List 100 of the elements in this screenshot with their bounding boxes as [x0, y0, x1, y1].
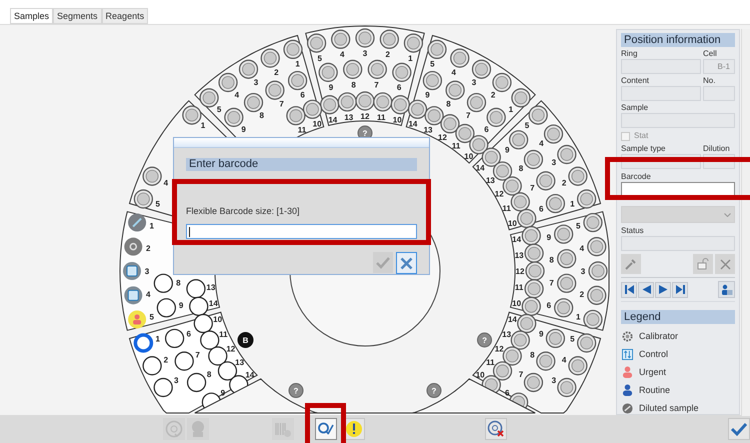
urgent-icon[interactable] [128, 310, 146, 328]
sample-tube[interactable] [568, 166, 588, 186]
sample-tube[interactable] [528, 106, 548, 125]
sample-tube[interactable] [455, 124, 475, 144]
sample-tube[interactable] [446, 80, 465, 100]
sample-tube[interactable] [486, 108, 506, 127]
sample-tube[interactable] [517, 314, 536, 334]
sample-tube[interactable] [525, 261, 545, 281]
unknown-sample-marker[interactable]: ? [426, 383, 442, 398]
sample-tube[interactable] [568, 356, 588, 376]
sample-tube[interactable] [492, 361, 512, 381]
empty-slot[interactable] [174, 352, 194, 371]
toolbar-button[interactable] [315, 418, 337, 440]
sample-tube[interactable] [546, 194, 566, 214]
sample-tube[interactable] [522, 296, 541, 316]
previous-button[interactable] [638, 282, 654, 298]
sample-tube[interactable] [288, 70, 308, 90]
sample-tube[interactable] [536, 352, 556, 371]
sample-tube[interactable] [338, 92, 357, 112]
sample-tube[interactable] [472, 60, 492, 79]
empty-slot[interactable] [186, 279, 206, 298]
sample-tube[interactable] [331, 30, 350, 49]
sample-tube[interactable] [260, 48, 280, 68]
sample-tube[interactable] [577, 189, 596, 209]
tab[interactable]: Reagents [102, 8, 148, 24]
sample-tube[interactable] [587, 286, 606, 305]
unknown-sample-marker[interactable]: ? [477, 332, 492, 348]
sample-tube[interactable] [182, 106, 202, 125]
tab[interactable]: Samples [10, 8, 54, 24]
empty-slot[interactable] [194, 314, 213, 334]
empty-slot[interactable] [154, 378, 173, 398]
selected-slot[interactable] [134, 333, 154, 353]
sample-tube[interactable] [502, 346, 522, 366]
sample-tube[interactable] [200, 88, 219, 108]
sample-tube[interactable] [524, 372, 544, 392]
diluted-sample-icon[interactable] [128, 214, 146, 232]
number-field[interactable] [703, 86, 735, 101]
sample-tube[interactable] [509, 130, 528, 150]
sample-tube[interactable] [373, 92, 392, 112]
sample-tube[interactable] [492, 72, 512, 92]
patient-card-button[interactable] [718, 281, 735, 298]
sample-tube[interactable] [218, 72, 238, 92]
sample-tube[interactable] [134, 189, 153, 209]
sample-tube[interactable] [424, 106, 444, 126]
sample-tube[interactable] [224, 108, 244, 127]
sample-field[interactable] [621, 113, 735, 128]
sample-tube[interactable] [554, 224, 574, 244]
empty-slot[interactable] [142, 356, 162, 376]
sample-tube[interactable] [510, 330, 530, 350]
sample-tube[interactable] [522, 226, 541, 246]
empty-slot[interactable] [156, 298, 176, 318]
barcode-input[interactable] [186, 224, 417, 239]
sample-tube[interactable] [392, 62, 412, 82]
sample-tube[interactable] [554, 298, 574, 318]
last-button[interactable] [672, 282, 688, 298]
sample-tube[interactable] [546, 328, 566, 348]
sample-tube[interactable] [306, 34, 326, 53]
sample-tube[interactable] [583, 310, 602, 330]
sample-tube[interactable] [524, 150, 544, 170]
empty-slot[interactable] [208, 346, 228, 366]
sample-tube[interactable] [482, 148, 501, 167]
sample-tube[interactable] [536, 171, 556, 190]
empty-slot[interactable] [200, 330, 220, 350]
sample-tube[interactable] [355, 91, 375, 111]
empty-slot[interactable] [218, 361, 238, 381]
sample-tube[interactable] [557, 249, 576, 268]
empty-slot[interactable] [189, 296, 208, 316]
sample-tube[interactable] [577, 333, 596, 353]
sample-tube[interactable] [469, 135, 488, 154]
sample-tube[interactable] [557, 378, 576, 398]
sample-tube[interactable] [427, 40, 447, 59]
unknown-sample-marker[interactable]: ? [288, 383, 304, 398]
sample-tube[interactable] [238, 60, 258, 79]
sample-tube[interactable] [142, 166, 162, 186]
sample-tube[interactable] [368, 60, 387, 79]
toolbar-button[interactable] [728, 418, 750, 440]
sample-tube[interactable] [588, 261, 608, 281]
control-icon[interactable] [124, 286, 142, 304]
sample-tube[interactable] [587, 237, 606, 256]
first-button[interactable] [621, 282, 637, 298]
sample-tube[interactable] [318, 62, 338, 82]
empty-slot[interactable] [164, 328, 184, 348]
cell-field[interactable]: B-1 [703, 59, 735, 74]
status-field[interactable] [621, 236, 735, 251]
sample-tube[interactable] [408, 100, 428, 119]
sample-tube[interactable] [390, 95, 410, 114]
content-field[interactable] [621, 86, 701, 101]
sample-tube[interactable] [440, 114, 460, 134]
sample-tube[interactable] [492, 161, 512, 181]
empty-slot[interactable] [186, 372, 206, 392]
ring-field[interactable] [621, 59, 701, 74]
sample-tube[interactable] [283, 40, 303, 59]
sample-tube[interactable] [302, 100, 322, 119]
next-button[interactable] [655, 282, 671, 298]
cancel-button[interactable] [396, 252, 417, 274]
sample-tube[interactable] [502, 176, 522, 196]
sample-tube[interactable] [404, 34, 424, 53]
sample-tube[interactable] [286, 106, 306, 126]
sample-tube[interactable] [510, 192, 530, 212]
control-icon[interactable] [123, 262, 141, 280]
